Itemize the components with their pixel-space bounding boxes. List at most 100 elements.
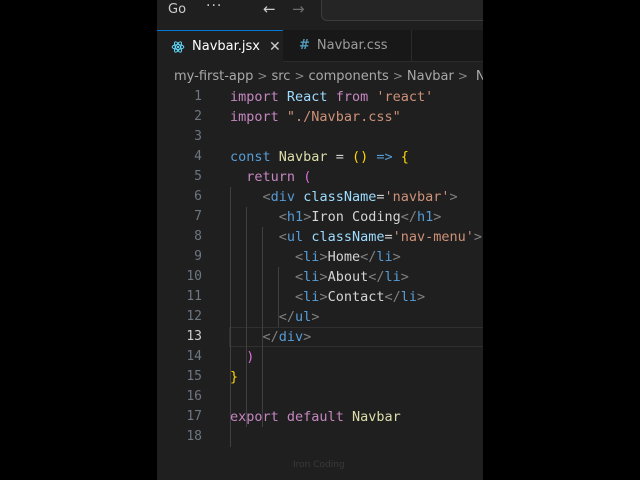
code-token: Navbar <box>351 409 401 425</box>
code-line[interactable]: 14 ) <box>157 347 483 367</box>
code-line[interactable]: 3 <box>157 127 483 147</box>
code-token: li <box>303 289 320 305</box>
code-text: } <box>230 367 238 387</box>
breadcrumb-item-src[interactable]: src <box>271 69 290 84</box>
code-text: <li>Home</li> <box>230 247 401 267</box>
breadcrumb-item-my-first-app[interactable]: my-first-app <box>174 69 253 84</box>
code-token: div <box>278 329 304 345</box>
code-line[interactable]: 12 </ul> <box>157 307 483 327</box>
tab-navbar-css[interactable]: # Navbar.css <box>283 30 412 61</box>
code-line[interactable]: 8 <ul className='nav-menu'> <box>157 227 483 247</box>
code-line[interactable]: 17 export default Navbar <box>157 407 483 427</box>
breadcrumb-item-components[interactable]: components <box>309 69 389 84</box>
breadcrumb: my-first-app > src > components > Navbar… <box>174 66 483 86</box>
code-token: > <box>392 249 401 265</box>
line-number: 5 <box>194 169 202 184</box>
close-icon[interactable]: ✕ <box>269 39 281 55</box>
code-token: Iron Coding <box>311 209 401 225</box>
code-token: > <box>311 309 320 325</box>
breadcrumb-item-symbol[interactable]: N <box>476 69 483 84</box>
line-number: 3 <box>194 129 202 144</box>
breadcrumb-separator: > <box>457 69 468 83</box>
code-text: ) <box>230 347 254 367</box>
code-editor[interactable]: 1 import React from 'react' 2 import "./Nav… <box>157 87 483 457</box>
code-line[interactable]: 16 <box>157 387 483 407</box>
react-icon <box>171 40 185 53</box>
tab-label: Navbar.jsx <box>192 39 260 54</box>
code-token: < <box>295 249 304 265</box>
code-token: </ <box>384 289 401 305</box>
code-text: <h1>Iron Coding</h1> <box>230 207 442 227</box>
code-token: </ <box>360 249 377 265</box>
code-line[interactable]: 18 <box>157 427 483 447</box>
code-token: ) <box>246 349 255 365</box>
code-token: "./Navbar.css" <box>286 109 401 125</box>
breadcrumb-item-navbar[interactable]: Navbar <box>407 69 454 84</box>
code-token: ( <box>303 169 312 185</box>
title-bar: Go ··· ← → <box>157 0 483 22</box>
css-hash-icon: # <box>299 38 310 53</box>
code-token: < <box>295 269 304 285</box>
tab-label: Navbar.css <box>316 38 388 53</box>
line-number: 12 <box>186 309 202 324</box>
code-token: > <box>319 249 328 265</box>
code-token: </ <box>278 309 296 325</box>
code-token: > <box>319 289 328 305</box>
code-token: ul <box>295 309 312 325</box>
code-line[interactable]: 7 <h1>Iron Coding</h1> <box>157 207 483 227</box>
code-token: className <box>303 189 377 205</box>
code-line[interactable]: 2 import "./Navbar.css" <box>157 107 483 127</box>
code-token: < <box>262 189 271 205</box>
code-token: className <box>311 229 385 245</box>
code-line[interactable]: 11 <li>Contact</li> <box>157 287 483 307</box>
code-token: < <box>295 289 304 305</box>
code-line[interactable]: 4 const Navbar = () => { <box>157 147 483 167</box>
code-token: 'navbar' <box>384 189 450 205</box>
code-token: h1 <box>286 209 304 225</box>
code-token: > <box>473 229 483 245</box>
code-token: => <box>376 149 393 165</box>
code-line[interactable]: 5 return ( <box>157 167 483 187</box>
code-token: </ <box>368 269 385 285</box>
code-text: return ( <box>230 167 311 187</box>
code-token: ul <box>286 229 304 245</box>
code-line[interactable]: 15} <box>157 367 483 387</box>
menu-go[interactable]: Go <box>168 2 186 17</box>
line-number: 2 <box>194 109 202 124</box>
code-text: <li>Contact</li> <box>230 287 425 307</box>
code-token: li <box>376 249 393 265</box>
tab-navbar-jsx[interactable]: Navbar.jsx ✕ <box>157 30 283 62</box>
breadcrumb-separator: > <box>257 69 268 83</box>
code-token: li <box>303 269 320 285</box>
code-token: > <box>303 329 312 345</box>
code-line[interactable]: 9 <li>Home</li> <box>157 247 483 267</box>
code-text: <li>About</li> <box>230 267 409 287</box>
line-number: 10 <box>186 269 202 284</box>
code-token: export <box>230 409 279 425</box>
forward-arrow-icon[interactable]: → <box>292 0 305 18</box>
code-line[interactable]: 1 import React from 'react' <box>157 87 483 107</box>
code-line[interactable]: 13 </div> <box>157 327 483 347</box>
code-text: <ul className='nav-menu'> <box>230 227 482 247</box>
code-token: > <box>449 189 458 205</box>
code-token: </ <box>262 329 279 345</box>
code-line[interactable]: 10 <li>About</li> <box>157 267 483 287</box>
command-center[interactable] <box>321 0 483 21</box>
line-number: 14 <box>186 349 202 364</box>
code-line[interactable]: 6 <div className='navbar'> <box>157 187 483 207</box>
line-number: 1 <box>194 89 202 104</box>
code-token: import <box>230 109 279 125</box>
more-menu-icon[interactable]: ··· <box>206 0 222 14</box>
code-token: h1 <box>417 209 434 225</box>
code-token: from <box>335 89 369 105</box>
code-token: { <box>400 149 409 165</box>
code-token: > <box>400 269 409 285</box>
back-arrow-icon[interactable]: ← <box>263 0 276 18</box>
